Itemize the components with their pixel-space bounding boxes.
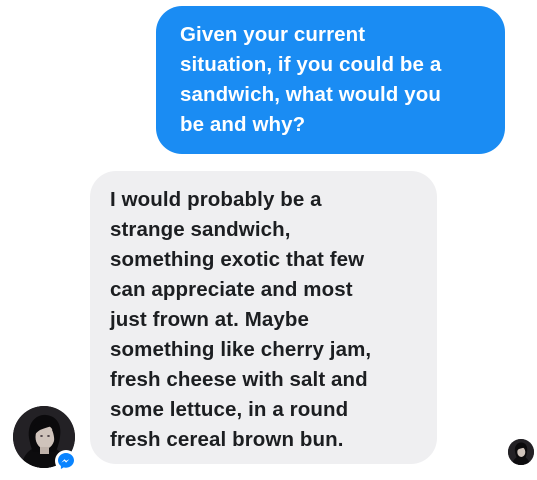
received-message-bubble[interactable]: I would probably be a strange sandwich, … [90,171,437,464]
received-message-line: strange sandwich, [110,218,291,241]
received-message-line: fresh cereal brown bun. [110,428,344,451]
seen-avatar-icon [508,439,534,465]
messenger-badge [55,450,77,472]
received-message-line: fresh cheese with salt and [110,368,368,391]
message-thread: Given your current situation, if you cou… [0,0,537,480]
messenger-icon [58,453,74,469]
sent-message-line: situation, if you could be a [180,53,442,76]
sent-message-line: sandwich, what would you [180,83,441,106]
sent-message-line: Given your current [180,23,366,46]
sent-message-line: be and why? [180,113,306,136]
received-message-line: something exotic that few [110,248,365,271]
received-message-line: just frown at. Maybe [110,308,310,331]
sent-message-bubble[interactable]: Given your current situation, if you cou… [156,6,505,154]
received-message-line: some lettuce, in a round [110,398,349,421]
received-message-line: something like cherry jam, [110,338,372,361]
received-message-line: I would probably be a [110,188,322,211]
received-message-line: can appreciate and most [110,278,353,301]
seen-avatar [508,439,534,465]
